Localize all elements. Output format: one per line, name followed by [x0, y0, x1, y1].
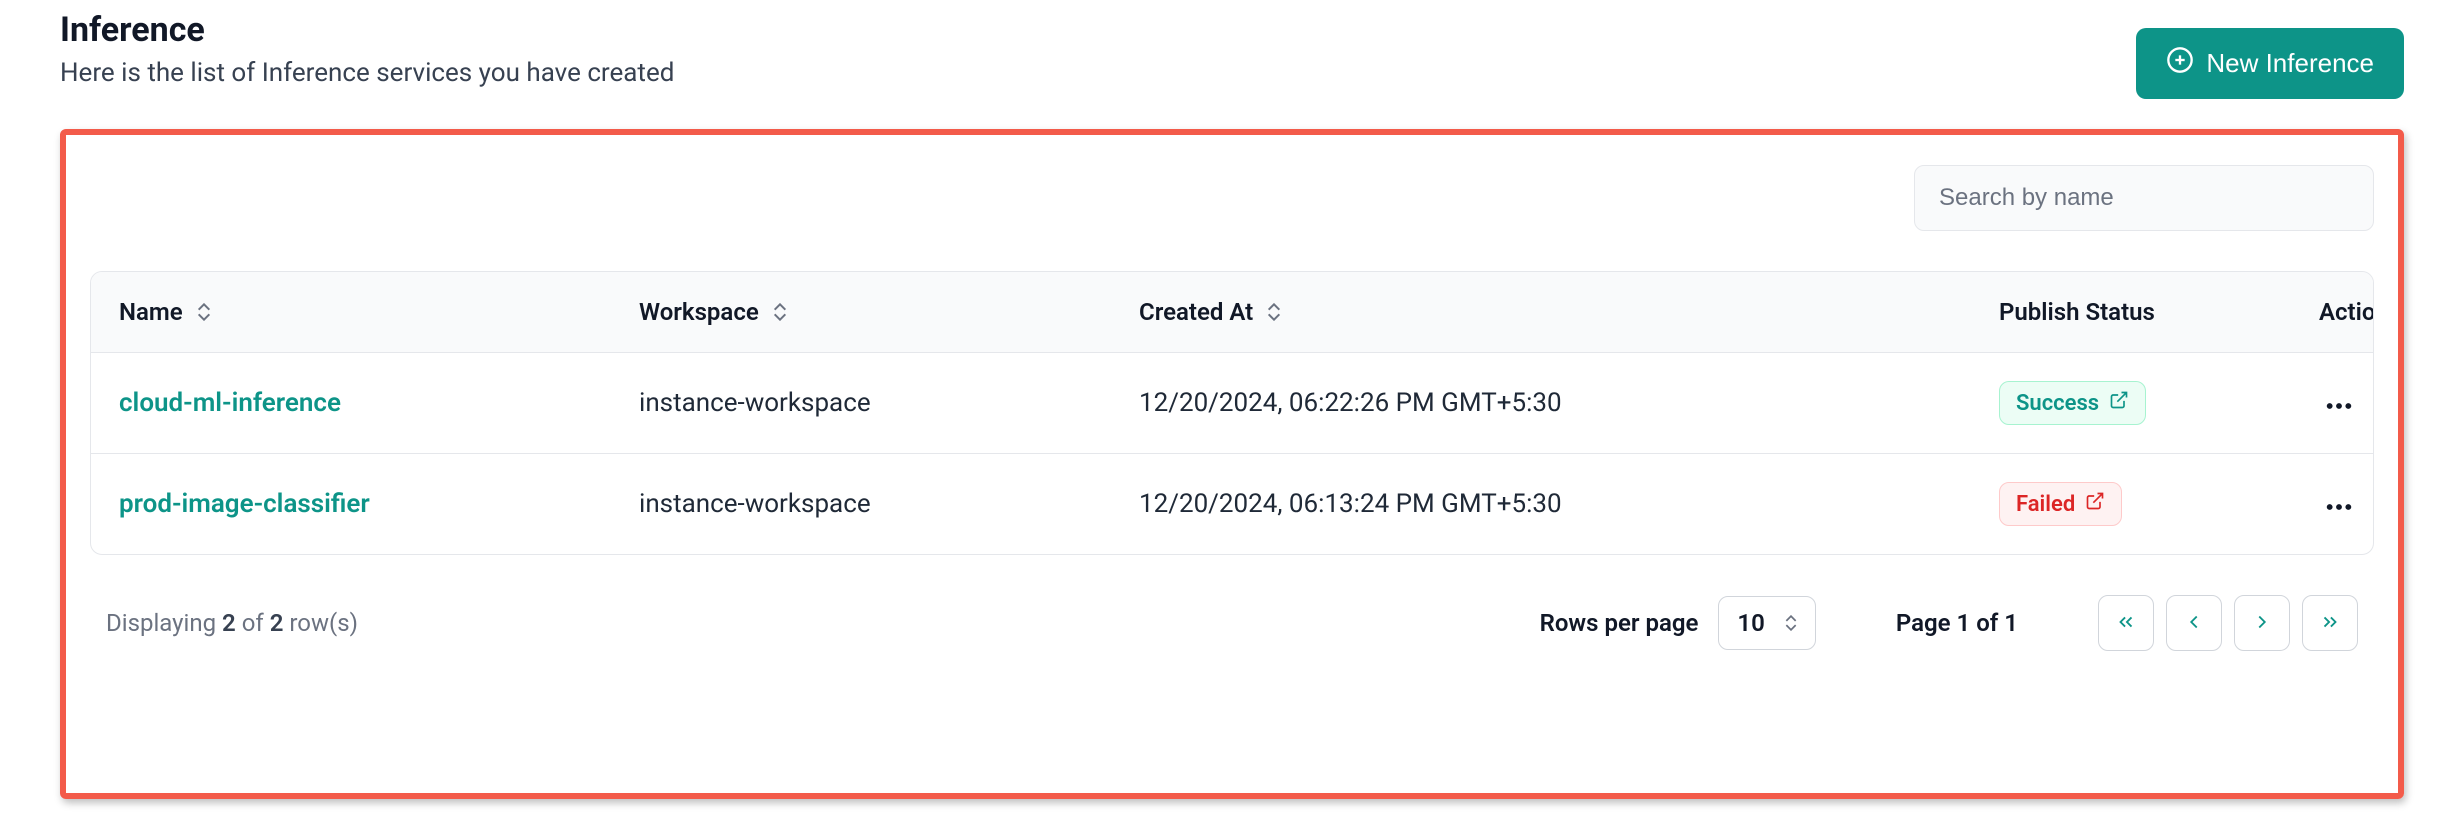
chevrons-right-icon	[2319, 611, 2341, 636]
first-page-button[interactable]	[2098, 595, 2154, 651]
rows-per-page-value: 10	[1737, 609, 1764, 637]
chevron-right-icon	[2251, 611, 2273, 636]
page-title: Inference	[60, 10, 674, 50]
select-caret-icon	[1785, 615, 1797, 631]
status-badge[interactable]: Success	[1999, 381, 2146, 425]
created-at-cell: 12/20/2024, 06:22:26 PM GMT+5:30	[1139, 388, 1999, 418]
table-row: prod-image-classifier instance-workspace1…	[91, 454, 2373, 554]
rows-suffix: row(s)	[283, 609, 358, 637]
column-header-created[interactable]: Created At	[1139, 298, 1999, 326]
column-header-actions: Actions	[2319, 298, 2374, 326]
inference-name-link[interactable]: cloud-ml-inference	[119, 388, 341, 418]
column-header-actions-label: Actions	[2319, 298, 2374, 326]
workspace-cell: instance-workspace	[639, 489, 1139, 519]
column-header-workspace[interactable]: Workspace	[639, 298, 1139, 326]
chevron-left-icon	[2183, 611, 2205, 636]
count-shown: 2	[222, 609, 236, 637]
inference-table: Name Workspace Created At	[90, 271, 2374, 555]
column-header-created-label: Created At	[1139, 298, 1253, 326]
prev-page-button[interactable]	[2166, 595, 2222, 651]
sort-icon	[197, 303, 211, 321]
created-at-cell: 12/20/2024, 06:13:24 PM GMT+5:30	[1139, 489, 1999, 519]
more-horizontal-icon	[2325, 499, 2353, 514]
chevrons-left-icon	[2115, 611, 2137, 636]
of-word: of	[236, 609, 270, 637]
search-input[interactable]	[1914, 165, 2374, 231]
more-horizontal-icon	[2325, 398, 2353, 413]
count-total: 2	[270, 609, 284, 637]
inference-name-link[interactable]: prod-image-classifier	[119, 489, 370, 519]
last-page-button[interactable]	[2302, 595, 2358, 651]
page-subtitle: Here is the list of Inference services y…	[60, 58, 674, 88]
rows-per-page-select[interactable]: 10	[1718, 596, 1815, 650]
page-info: Page 1 of 1	[1896, 609, 2018, 637]
content-panel: Name Workspace Created At	[60, 129, 2404, 799]
sort-icon	[1267, 303, 1281, 321]
status-text: Success	[2016, 391, 2099, 416]
column-header-status-label: Publish Status	[1999, 298, 2155, 326]
workspace-cell: instance-workspace	[639, 388, 1139, 418]
new-inference-button[interactable]: New Inference	[2136, 28, 2404, 99]
external-link-icon	[2085, 491, 2105, 517]
column-header-name-label: Name	[119, 298, 183, 326]
next-page-button[interactable]	[2234, 595, 2290, 651]
new-inference-label: New Inference	[2206, 48, 2374, 79]
column-header-name[interactable]: Name	[119, 298, 639, 326]
row-count-summary: Displaying 2 of 2 row(s)	[106, 609, 358, 637]
external-link-icon	[2109, 390, 2129, 416]
table-header-row: Name Workspace Created At	[91, 272, 2373, 353]
status-badge[interactable]: Failed	[1999, 482, 2122, 526]
plus-circle-icon	[2166, 46, 2194, 81]
table-row: cloud-ml-inference instance-workspace12/2…	[91, 353, 2373, 454]
column-header-status: Publish Status	[1999, 298, 2319, 326]
row-actions-button[interactable]	[2319, 392, 2359, 419]
displaying-prefix: Displaying	[106, 609, 222, 637]
rows-per-page-label: Rows per page	[1540, 609, 1699, 637]
sort-icon	[773, 303, 787, 321]
column-header-workspace-label: Workspace	[639, 298, 759, 326]
status-text: Failed	[2016, 492, 2075, 517]
row-actions-button[interactable]	[2319, 493, 2359, 520]
